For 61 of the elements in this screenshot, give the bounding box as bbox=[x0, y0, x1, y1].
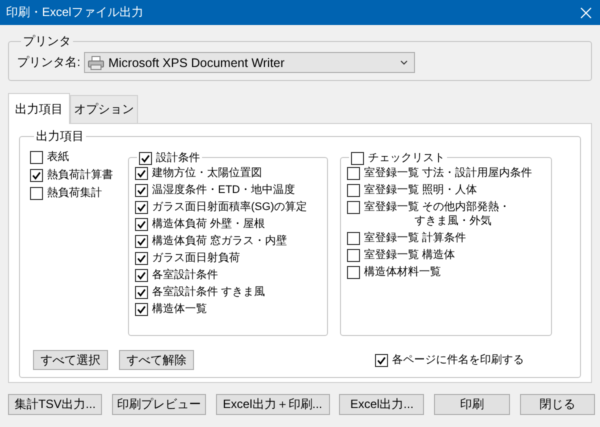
checkbox[interactable] bbox=[135, 235, 148, 248]
checkbox[interactable] bbox=[135, 167, 148, 180]
checkbox-label: 各室設計条件 すきま風 bbox=[152, 285, 266, 299]
checkbox-label: 構造体材料一覧 bbox=[364, 265, 441, 279]
group-label: 出力項目 bbox=[35, 128, 85, 145]
close-icon[interactable] bbox=[580, 6, 592, 18]
tab[interactable]: オプション bbox=[70, 95, 138, 123]
checkbox[interactable] bbox=[135, 218, 148, 231]
checkbox[interactable] bbox=[139, 152, 152, 164]
checkbox-label: 構造体負荷 外壁・屋根 bbox=[152, 217, 266, 231]
checkbox-label: 熱負荷集計 bbox=[47, 186, 102, 200]
checkbox[interactable] bbox=[30, 169, 43, 182]
checkbox-label: 構造体一覧 bbox=[152, 302, 207, 316]
checkbox-label: 室登録一覧 寸法・設計用屋内条件 bbox=[364, 166, 532, 180]
checkbox[interactable] bbox=[135, 303, 148, 316]
checkbox[interactable] bbox=[135, 201, 148, 214]
checkbox-label: ガラス面日射面積率(SG)の算定 bbox=[152, 200, 308, 214]
window-title: 印刷・Excelファイル出力 bbox=[6, 4, 144, 21]
checkbox-label: 室登録一覧 照明・人体 bbox=[364, 183, 478, 197]
checkbox-label: 各室設計条件 bbox=[152, 268, 218, 282]
select-button[interactable]: すべて選択 bbox=[33, 350, 108, 370]
caret-icon bbox=[400, 60, 408, 65]
checkbox[interactable] bbox=[375, 354, 388, 367]
checkbox[interactable] bbox=[135, 269, 148, 282]
footer-button[interactable]: Excel出力... bbox=[339, 394, 424, 415]
checkbox-label: 温湿度条件・ETD・地中温度 bbox=[152, 183, 295, 197]
footer-button[interactable]: 集計TSV出力... bbox=[8, 394, 102, 415]
checkbox-label: 室登録一覧 その他内部発熱・ bbox=[364, 200, 510, 214]
checkbox-label: 各ページに件名を印刷する bbox=[392, 353, 524, 367]
checkbox-label: 表紙 bbox=[47, 150, 69, 164]
footer-button[interactable]: Excel出力＋印刷... bbox=[216, 394, 330, 415]
checkbox-label: 建物方位・太陽位置図 bbox=[152, 166, 262, 180]
printer-dropdown[interactable]: Microsoft XPS Document Writer bbox=[84, 52, 416, 73]
checkbox-label: 設計条件 bbox=[156, 150, 200, 165]
checkbox-label: チェックリスト bbox=[368, 151, 445, 165]
checkbox-label: すきま風・外気 bbox=[414, 214, 492, 228]
checkbox-label: 構造体負荷 窓ガラス・内壁 bbox=[152, 234, 288, 248]
checkbox[interactable] bbox=[135, 184, 148, 197]
checkbox[interactable] bbox=[347, 266, 360, 279]
group-label: プリンタ bbox=[22, 33, 72, 50]
checkbox[interactable] bbox=[351, 152, 364, 164]
checkbox-label: 熱負荷計算書 bbox=[47, 168, 113, 182]
checkbox[interactable] bbox=[347, 249, 360, 262]
footer-button[interactable]: 印刷 bbox=[434, 394, 510, 415]
tab[interactable]: 出力項目 bbox=[8, 93, 70, 124]
checkbox-label: 室登録一覧 計算条件 bbox=[364, 231, 466, 245]
checkbox[interactable] bbox=[30, 151, 43, 164]
field-label: プリンタ名: bbox=[17, 54, 80, 71]
footer-button[interactable]: 印刷プレビュー bbox=[112, 394, 206, 415]
checkbox[interactable] bbox=[135, 286, 148, 299]
checkbox[interactable] bbox=[135, 252, 148, 265]
checkbox[interactable] bbox=[347, 232, 360, 245]
select-button[interactable]: すべて解除 bbox=[119, 350, 194, 370]
checkbox[interactable] bbox=[347, 167, 360, 180]
checkbox[interactable] bbox=[347, 201, 360, 214]
checkbox[interactable] bbox=[347, 184, 360, 197]
checkbox-label: ガラス面日射負荷 bbox=[152, 251, 240, 265]
printer-icon bbox=[88, 56, 104, 70]
checkbox-label: 室登録一覧 構造体 bbox=[364, 248, 456, 262]
footer-button[interactable]: 閉じる bbox=[520, 394, 595, 415]
checkbox[interactable] bbox=[30, 187, 43, 200]
